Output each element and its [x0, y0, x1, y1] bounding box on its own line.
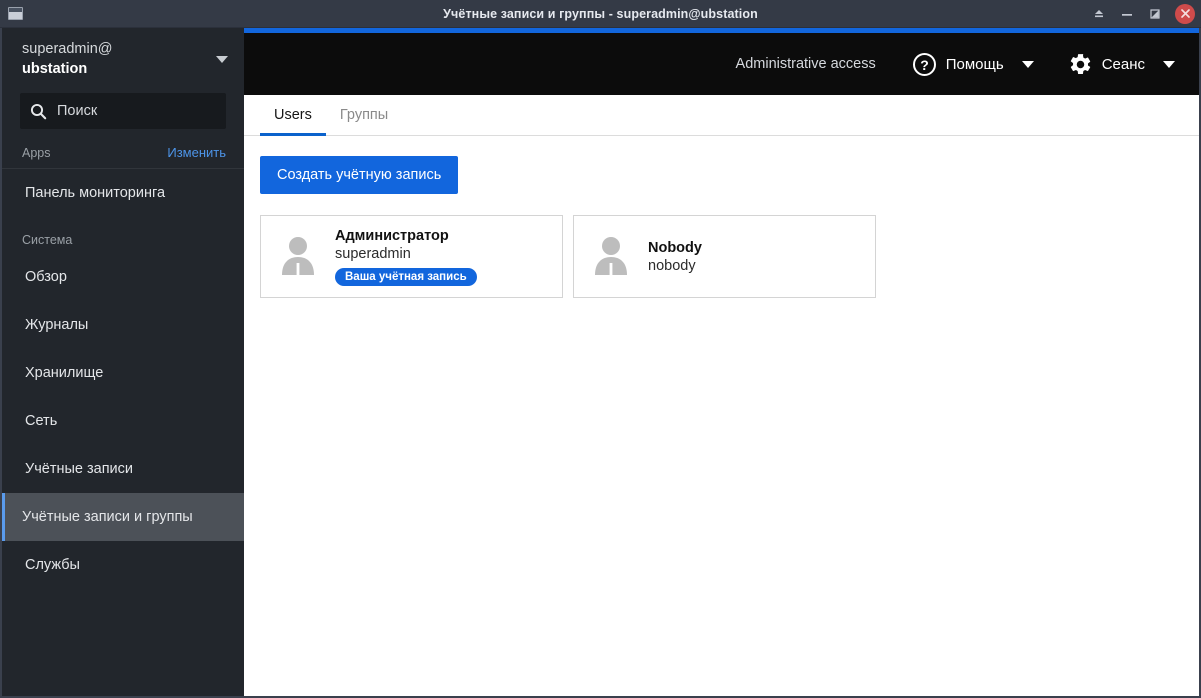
create-account-button[interactable]: Создать учётную запись [260, 156, 459, 194]
apps-edit-link[interactable]: Изменить [167, 145, 226, 160]
sidebar: superadmin@ ubstation Apps Изменить [2, 28, 244, 696]
user-login: superadmin [335, 245, 411, 262]
host-text: superadmin@ ubstation [22, 40, 208, 79]
search-input[interactable] [57, 103, 216, 120]
search-box[interactable] [20, 93, 226, 130]
sidebar-item-accounts[interactable]: Учётные записи [2, 445, 244, 493]
minimize-icon[interactable] [1113, 2, 1141, 26]
search-wrapper [2, 91, 244, 139]
gear-icon [1070, 53, 1090, 74]
window-controls [1085, 2, 1201, 26]
window-icon[interactable] [8, 7, 23, 20]
sidebar-item-label: Сеть [25, 413, 58, 430]
help-icon: ? [912, 52, 936, 76]
sidebar-item-label: Обзор [25, 269, 67, 286]
chevron-down-icon [216, 56, 228, 64]
status-badge: Ваша учётная запись [335, 267, 477, 286]
user-card[interactable]: Nobody nobody [573, 215, 876, 298]
users-panel: Создать учётную запись Администратор sup… [244, 136, 1199, 696]
sidebar-item-storage[interactable]: Хранилище [2, 349, 244, 397]
user-meta: Nobody nobody [648, 240, 702, 274]
system-nav-list: Обзор Журналы Хранилище Сеть Учётные зап… [2, 253, 244, 589]
svg-text:?: ? [920, 57, 929, 73]
maximize-icon[interactable] [1141, 2, 1169, 26]
administrative-access-label: Administrative access [735, 56, 876, 72]
chevron-down-icon [1163, 60, 1175, 68]
user-card-list: Администратор superadmin Ваша учётная за… [260, 215, 1183, 298]
window-body: superadmin@ ubstation Apps Изменить [0, 28, 1201, 698]
help-menu[interactable]: ? Помощь [912, 52, 1034, 77]
window-title: Учётные записи и группы - superadmin@ubs… [443, 6, 758, 21]
sidebar-item-label: Хранилище [25, 365, 104, 382]
titlebar[interactable]: Учётные записи и группы - superadmin@ubs… [0, 0, 1201, 28]
content-area: Administrative access ? Помощь Сеанс Use… [244, 28, 1199, 696]
host-user: superadmin@ [22, 41, 113, 57]
content-topbar: Administrative access ? Помощь Сеанс [244, 28, 1199, 95]
user-fullname: Администратор [335, 227, 449, 244]
sidebar-item-label: Журналы [25, 317, 89, 334]
session-label: Сеанс [1101, 55, 1145, 73]
tab-groups[interactable]: Группы [326, 107, 402, 136]
host-switcher[interactable]: superadmin@ ubstation [2, 28, 244, 91]
app-window: Учётные записи и группы - superadmin@ubs… [0, 0, 1201, 698]
sidebar-item-label: Панель мониторинга [25, 185, 166, 202]
sidebar-item-logs[interactable]: Журналы [2, 301, 244, 349]
sidebar-item-dashboard[interactable]: Панель мониторинга [2, 169, 244, 217]
tab-label: Группы [339, 107, 389, 123]
sidebar-item-label: Службы [25, 557, 80, 574]
apps-section-title: Apps [22, 145, 51, 160]
close-icon[interactable] [1175, 3, 1195, 24]
user-meta: Администратор superadmin Ваша учётная за… [335, 228, 477, 286]
titlebar-left [0, 7, 120, 20]
search-icon [30, 103, 47, 119]
user-fullname: Nobody [648, 239, 702, 256]
session-menu[interactable]: Сеанс [1068, 52, 1175, 77]
avatar [275, 231, 321, 282]
apps-nav-list: Панель мониторинга [2, 169, 244, 217]
sidebar-item-network[interactable]: Сеть [2, 397, 244, 445]
shade-icon[interactable] [1085, 2, 1113, 26]
user-login: nobody [648, 257, 696, 274]
chevron-down-icon [1021, 60, 1034, 68]
avatar [588, 231, 634, 282]
sidebar-item-label: Учётные записи [25, 461, 134, 478]
system-section-title: Система [22, 233, 73, 248]
apps-section-header: Apps Изменить [2, 139, 244, 170]
sidebar-item-overview[interactable]: Обзор [2, 253, 244, 301]
tab-label: Users [274, 107, 312, 123]
tab-users[interactable]: Users [260, 107, 326, 136]
help-label: Помощь [945, 55, 1004, 73]
host-machine: ubstation [22, 60, 88, 77]
sidebar-item-services[interactable]: Службы [2, 541, 244, 589]
sidebar-item-label: Учётные записи и группы [22, 509, 193, 526]
sidebar-item-accounts-and-groups[interactable]: Учётные записи и группы [2, 493, 244, 542]
tabs-bar: Users Группы [244, 95, 1199, 136]
user-card[interactable]: Администратор superadmin Ваша учётная за… [260, 215, 563, 298]
